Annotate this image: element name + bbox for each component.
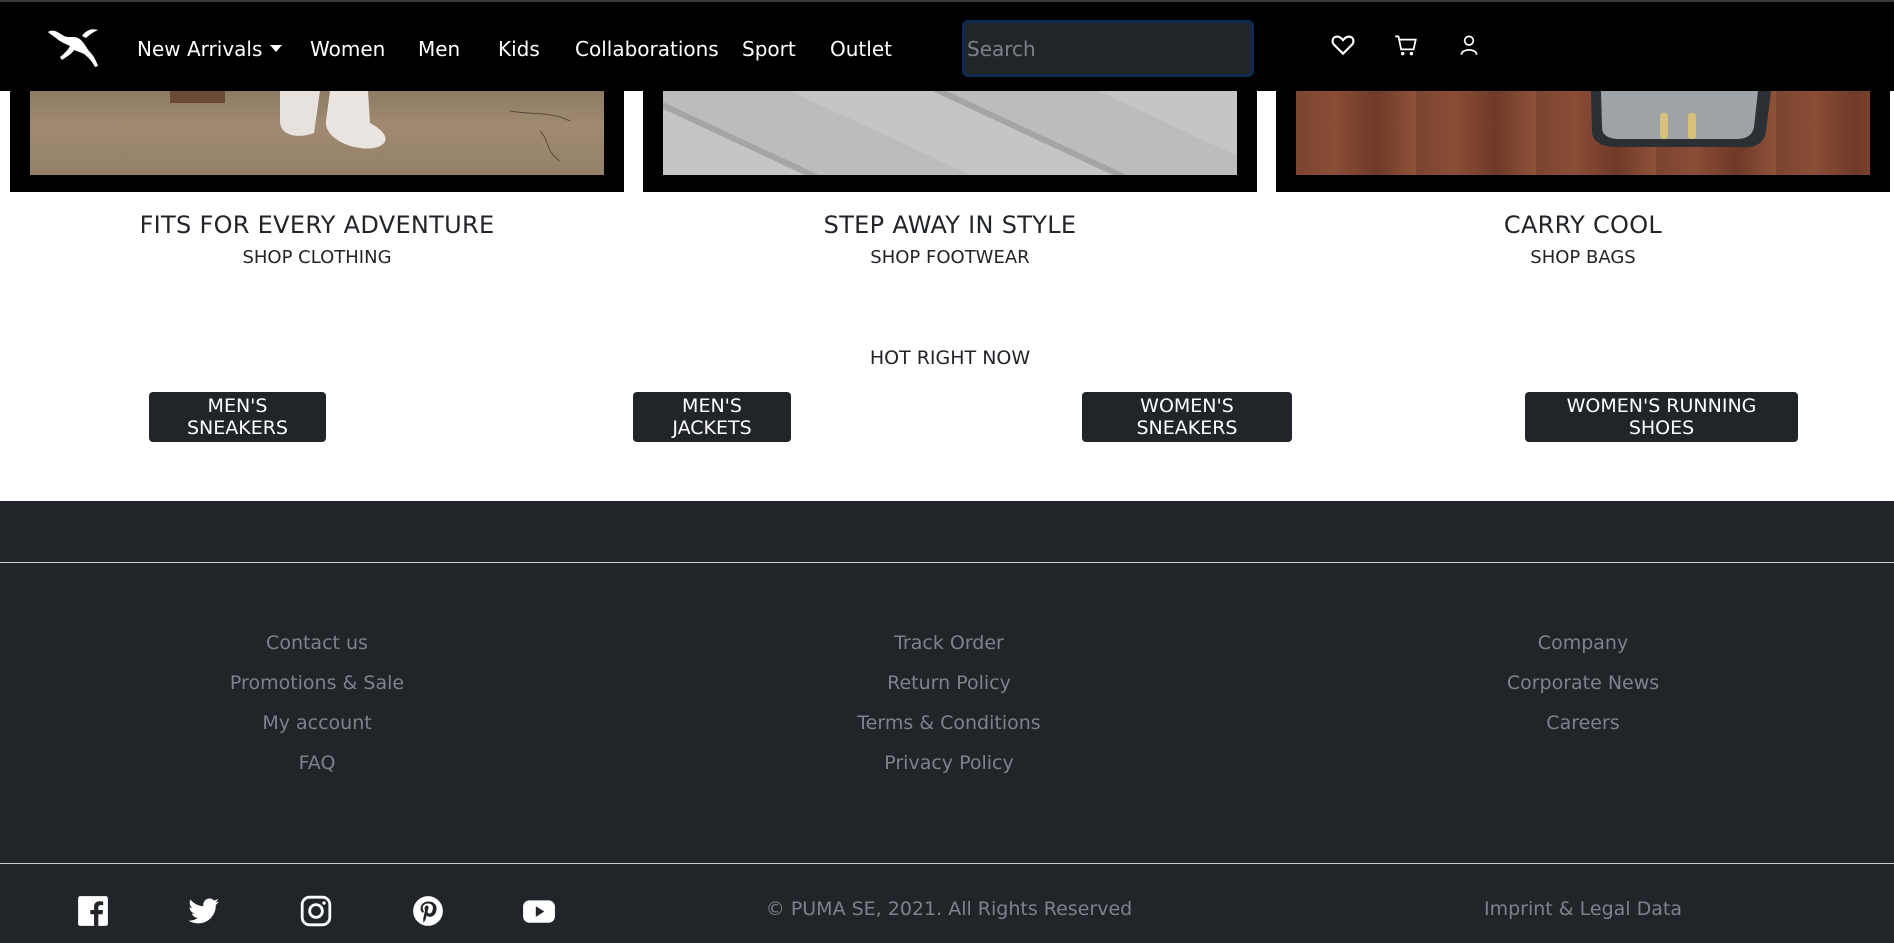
footer-column-orders: Track Order Return Policy Terms & Condit… xyxy=(634,623,1264,783)
hot-right-now-heading: HOT RIGHT NOW xyxy=(869,347,1031,369)
mens-sneakers-button[interactable]: MEN'S SNEAKERS xyxy=(149,392,326,442)
nav-women[interactable]: Women xyxy=(310,36,385,62)
tile-title-bags: CARRY COOL xyxy=(1503,211,1663,239)
return-policy-link[interactable]: Return Policy xyxy=(634,663,1264,703)
nav-kids[interactable]: Kids xyxy=(498,36,540,62)
tile-title-footwear: STEP AWAY IN STYLE xyxy=(823,211,1077,239)
company-link[interactable]: Company xyxy=(1268,623,1894,663)
my-account-link[interactable]: My account xyxy=(2,703,632,743)
footer-column-company: Company Corporate News Careers xyxy=(1268,623,1894,743)
terms-conditions-link[interactable]: Terms & Conditions xyxy=(634,703,1264,743)
imprint-legal-link[interactable]: Imprint & Legal Data xyxy=(1268,898,1894,920)
top-navbar: New Arrivals Women Men Kids Collaboratio… xyxy=(0,0,1894,91)
nav-new-arrivals[interactable]: New Arrivals xyxy=(137,36,283,62)
nav-new-arrivals-label: New Arrivals xyxy=(137,37,263,61)
tile-title-clothing: FITS FOR EVERY ADVENTURE xyxy=(139,211,495,239)
puma-logo[interactable] xyxy=(46,24,102,72)
privacy-policy-link[interactable]: Privacy Policy xyxy=(634,743,1264,783)
bags-image xyxy=(1296,91,1870,175)
backpack-illustration xyxy=(1591,91,1771,148)
womens-sneakers-button[interactable]: WOMEN'S SNEAKERS xyxy=(1082,392,1292,442)
nav-collaborations[interactable]: Collaborations xyxy=(575,36,719,62)
mens-jackets-button[interactable]: MEN'S JACKETS xyxy=(633,392,791,442)
promo-tile-bags[interactable] xyxy=(1276,91,1890,192)
contact-us-link[interactable]: Contact us xyxy=(2,623,632,663)
promo-tile-footwear[interactable] xyxy=(643,91,1257,192)
footer-column-help: Contact us Promotions & Sale My account … xyxy=(2,623,632,783)
track-order-link[interactable]: Track Order xyxy=(634,623,1264,663)
corporate-news-link[interactable]: Corporate News xyxy=(1268,663,1894,703)
sneakers-illustration xyxy=(170,91,571,162)
user-icon[interactable] xyxy=(1456,32,1482,58)
shop-clothing-link[interactable]: SHOP CLOTHING xyxy=(10,247,624,268)
clothing-image xyxy=(30,91,604,175)
heart-icon[interactable] xyxy=(1330,32,1356,58)
nav-outlet[interactable]: Outlet xyxy=(830,36,892,62)
promo-tile-clothing[interactable] xyxy=(10,91,624,192)
shop-bags-link[interactable]: SHOP BAGS xyxy=(1276,247,1890,268)
footer-divider-top xyxy=(0,562,1894,563)
nav-men[interactable]: Men xyxy=(418,36,460,62)
search-input[interactable] xyxy=(962,20,1254,77)
shop-footwear-link[interactable]: SHOP FOOTWEAR xyxy=(643,247,1257,268)
faq-link[interactable]: FAQ xyxy=(2,743,632,783)
nav-sport[interactable]: Sport xyxy=(742,36,796,62)
footwear-image xyxy=(663,91,1237,175)
promotions-sale-link[interactable]: Promotions & Sale xyxy=(2,663,632,703)
womens-running-shoes-button[interactable]: WOMEN'S RUNNING SHOES xyxy=(1525,392,1798,442)
caret-down-icon xyxy=(270,45,283,52)
footer-divider-bottom xyxy=(0,863,1894,864)
cart-icon[interactable] xyxy=(1393,32,1419,58)
careers-link[interactable]: Careers xyxy=(1268,703,1894,743)
